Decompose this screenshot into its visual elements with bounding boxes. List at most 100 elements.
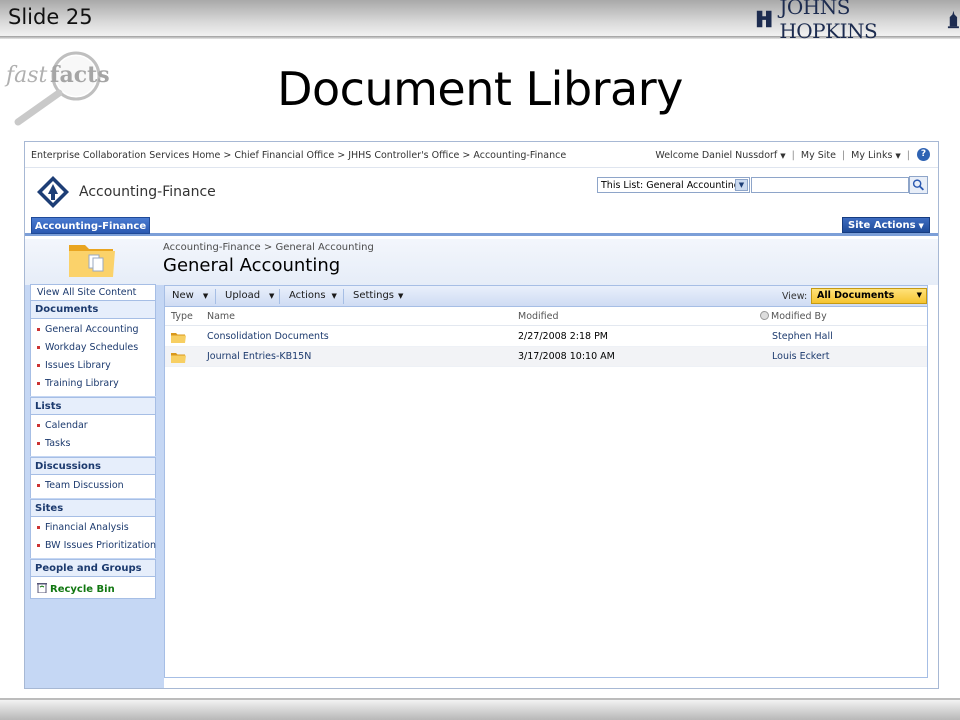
bullet-icon: [37, 364, 40, 367]
top-links: Welcome Daniel Nussdorf ▼ | My Site | My …: [655, 150, 910, 161]
sidebar-item-tasks[interactable]: Tasks: [31, 435, 155, 453]
modified-date: 2/27/2008 2:18 PM: [518, 331, 609, 342]
upload-menu[interactable]: Upload ▼: [225, 290, 274, 301]
view-all-site-content-link[interactable]: View All Site Content: [30, 284, 156, 301]
quicklaunch-sites-list: Financial Analysis BW Issues Prioritizat…: [30, 517, 156, 558]
site-logo-icon[interactable]: [35, 174, 71, 210]
column-header-modified[interactable]: Modified: [518, 311, 559, 322]
quicklaunch-lists-list: Calendar Tasks: [30, 415, 156, 456]
chevron-down-icon: ▼: [202, 292, 209, 300]
folder-icon: [69, 245, 115, 277]
tab-accounting-finance[interactable]: Accounting-Finance: [31, 217, 150, 234]
sidebar-item-issues-library[interactable]: Issues Library: [31, 357, 155, 375]
chevron-down-icon: ▼: [269, 292, 275, 300]
sidebar-item-label: BW Issues Prioritization: [45, 540, 156, 551]
folder-icon: [171, 353, 186, 363]
quicklaunch-heading-sites[interactable]: Sites: [30, 499, 156, 517]
modified-date: 3/17/2008 10:10 AM: [518, 351, 615, 362]
view-select-value: All Documents: [817, 290, 895, 301]
modified-by-link[interactable]: Stephen Hall: [772, 331, 833, 342]
sidebar-item-bw-issues-prioritization[interactable]: BW Issues Prioritization: [31, 537, 156, 555]
site-actions-menu[interactable]: Site Actions ▼: [842, 217, 930, 233]
table-row[interactable]: Journal Entries-KB15N 3/17/2008 10:10 AM…: [165, 347, 927, 367]
sidebar-item-label: Financial Analysis: [45, 522, 129, 533]
document-name-link[interactable]: Journal Entries-KB15N: [207, 351, 311, 362]
page-title-area: Accounting-Finance > General Accounting …: [25, 239, 938, 285]
dome-icon: [948, 10, 960, 29]
table-row[interactable]: Consolidation Documents 2/27/2008 2:18 P…: [165, 327, 927, 347]
help-icon[interactable]: ?: [917, 148, 930, 161]
quick-launch: View All Site Content Documents General …: [25, 284, 164, 688]
johns-hopkins-logo: JOHNS HOPKINS: [755, 0, 960, 43]
recycle-bin-icon: [37, 583, 47, 594]
search-scope-select[interactable]: This List: General Accounting ▼: [597, 177, 750, 193]
bullet-icon: [37, 544, 40, 547]
recycle-bin-link[interactable]: Recycle Bin: [30, 577, 156, 599]
link-separator: |: [906, 150, 910, 161]
view-select[interactable]: All Documents ▼: [811, 288, 927, 304]
chevron-down-icon: ▼: [398, 292, 404, 300]
search-scope-value: This List: General Accounting: [601, 180, 740, 191]
bullet-icon: [37, 484, 40, 487]
column-header-label: Modified By: [771, 311, 827, 322]
sidebar-item-label: Tasks: [45, 438, 71, 449]
global-top-bar: Enterprise Collaboration Services Home >…: [25, 142, 938, 168]
quicklaunch-heading-documents[interactable]: Documents: [30, 301, 156, 319]
slide-footer-band: [0, 700, 960, 720]
document-name-link[interactable]: Consolidation Documents: [207, 331, 329, 342]
site-name[interactable]: Accounting-Finance: [79, 184, 216, 200]
toolbar-divider: [343, 289, 344, 304]
chevron-down-icon: ▼: [918, 222, 924, 230]
upload-menu-label: Upload: [225, 290, 261, 301]
sidebar-item-team-discussion[interactable]: Team Discussion: [31, 477, 155, 495]
link-separator: |: [791, 150, 795, 161]
logo-text: JOHNS HOPKINS: [779, 0, 878, 43]
sidebar-item-calendar[interactable]: Calendar: [31, 417, 155, 435]
quicklaunch-heading-people-and-groups[interactable]: People and Groups: [30, 559, 156, 577]
bullet-icon: [37, 346, 40, 349]
search-input[interactable]: [751, 177, 909, 193]
quicklaunch-discussions-list: Team Discussion: [30, 475, 156, 498]
sidebar-item-label: General Accounting: [45, 324, 139, 335]
recycle-bin-label: Recycle Bin: [50, 584, 115, 595]
chevron-down-icon: ▼: [780, 152, 786, 160]
sidebar-item-general-accounting[interactable]: General Accounting: [31, 321, 155, 339]
sidebar-item-workday-schedules[interactable]: Workday Schedules: [31, 339, 155, 357]
sidebar-item-training-library[interactable]: Training Library: [31, 375, 155, 393]
search-icon[interactable]: [909, 176, 928, 194]
page-title: General Accounting: [163, 255, 341, 276]
welcome-menu[interactable]: Welcome Daniel Nussdorf ▼: [655, 150, 785, 161]
quicklaunch-heading-lists[interactable]: Lists: [30, 397, 156, 415]
column-header-modified-by[interactable]: Modified By: [760, 311, 827, 322]
global-breadcrumb[interactable]: Enterprise Collaboration Services Home >…: [31, 150, 566, 161]
toolbar-divider: [279, 289, 280, 304]
sidebar-item-label: Workday Schedules: [45, 342, 139, 353]
sidebar-item-financial-analysis[interactable]: Financial Analysis: [31, 519, 155, 537]
list-breadcrumb[interactable]: Accounting-Finance > General Accounting: [163, 242, 374, 253]
sidebar-item-label: Calendar: [45, 420, 88, 431]
my-site-link[interactable]: My Site: [801, 150, 836, 161]
sidebar-item-label: Issues Library: [45, 360, 111, 371]
chevron-down-icon: ▼: [895, 152, 901, 160]
site-actions-label: Site Actions: [848, 220, 916, 231]
view-label: View:: [782, 291, 808, 302]
quicklaunch-documents-list: General Accounting Workday Schedules Iss…: [30, 319, 156, 396]
my-links-menu[interactable]: My Links ▼: [851, 150, 901, 161]
bullet-icon: [37, 328, 40, 331]
chevron-down-icon[interactable]: ▼: [735, 179, 748, 191]
quicklaunch-heading-discussions[interactable]: Discussions: [30, 457, 156, 475]
slide-title: Document Library: [277, 62, 683, 116]
folder-icon: [171, 333, 186, 343]
slide-number: Slide 25: [8, 5, 93, 29]
modified-by-link[interactable]: Louis Eckert: [772, 351, 829, 362]
actions-menu-label: Actions: [289, 290, 326, 301]
quick-launch-panel: View All Site Content Documents General …: [30, 284, 156, 599]
column-header-type[interactable]: Type: [171, 311, 193, 322]
settings-menu[interactable]: Settings ▼: [353, 290, 403, 301]
actions-menu[interactable]: Actions ▼: [289, 290, 337, 301]
new-menu-label: New: [172, 290, 194, 301]
column-header-name[interactable]: Name: [207, 311, 235, 322]
sidebar-item-label: Team Discussion: [45, 480, 124, 491]
site-header: Accounting-Finance This List: General Ac…: [25, 168, 938, 214]
new-menu[interactable]: New ▼: [172, 290, 208, 301]
